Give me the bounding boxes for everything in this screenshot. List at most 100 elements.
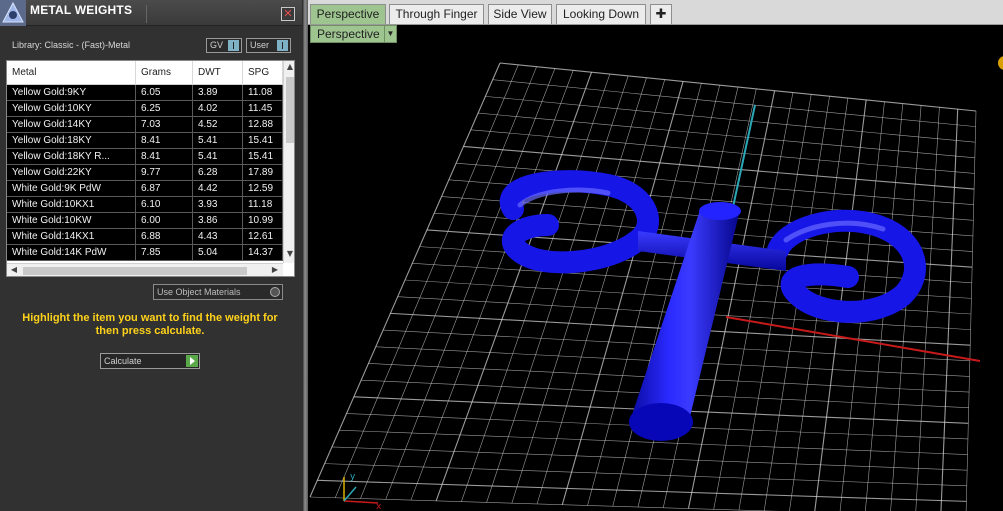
tab-perspective[interactable]: Perspective [310, 4, 386, 24]
grid-line [324, 463, 967, 487]
scroll-up-icon[interactable]: ▲ [284, 62, 294, 71]
grams-cell: 6.88 [136, 229, 193, 245]
x-axis-line [725, 316, 981, 362]
table-row[interactable]: White Gold:14K PdW 7.85 5.04 14.37 [7, 245, 283, 261]
table-row[interactable]: White Gold:10KW 6.00 3.86 10.99 [7, 213, 283, 229]
metal-cell: Yellow Gold:18KY [7, 133, 136, 149]
metal-cell: White Gold:14KX1 [7, 229, 136, 245]
viewport-tabbar: Perspective Through Finger Side View Loo… [308, 0, 1003, 25]
grid-line [940, 109, 959, 511]
metal-table: Metal Grams DWT SPG Yellow Gold:9KY 6.05 3… [6, 60, 295, 277]
instruction-text: Highlight the item you want to find the … [22, 312, 278, 337]
spg-cell: 12.88 [243, 117, 283, 133]
column-header-metal[interactable]: Metal [7, 61, 136, 85]
scroll-right-icon[interactable]: ▶ [269, 265, 281, 274]
table-row[interactable]: White Gold:10KX1 6.10 3.93 11.18 [7, 197, 283, 213]
panel-header: METAL WEIGHTS ✕ [0, 0, 302, 26]
tab-looking-down[interactable]: Looking Down [556, 4, 646, 24]
dwt-cell: 5.41 [193, 133, 243, 149]
3d-viewport[interactable]: y x [308, 25, 1003, 511]
user-toggle[interactable]: User [246, 38, 291, 53]
table-row[interactable]: White Gold:14KX1 6.88 4.43 12.61 [7, 229, 283, 245]
table-row[interactable]: Yellow Gold:10KY 6.25 4.02 11.45 [7, 101, 283, 117]
radio-icon[interactable] [270, 287, 280, 297]
axis-gizmo-icon: y x [343, 472, 382, 511]
dwt-cell: 3.93 [193, 197, 243, 213]
3d-scene[interactable]: y x [308, 25, 1003, 511]
horizontal-scrollbar[interactable]: ◀ ▶ [7, 263, 283, 276]
ring-model [499, 170, 926, 441]
vertical-scroll-thumb[interactable] [286, 77, 294, 143]
metal-cell: Yellow Gold:9KY [7, 85, 136, 101]
column-header-grams[interactable]: Grams [136, 61, 193, 85]
table-row[interactable]: Yellow Gold:14KY 7.03 4.52 12.88 [7, 117, 283, 133]
tab-through-finger[interactable]: Through Finger [389, 4, 484, 24]
grams-cell: 6.10 [136, 197, 193, 213]
metal-cell: White Gold:14K PdW [7, 245, 136, 261]
add-tab-icon[interactable]: ✚ [650, 4, 672, 24]
toggle-knob-icon [277, 40, 288, 51]
spg-cell: 14.37 [243, 245, 283, 261]
dwt-cell: 3.86 [193, 213, 243, 229]
spg-cell: 10.99 [243, 213, 283, 229]
scroll-left-icon[interactable]: ◀ [8, 265, 20, 274]
axis-label-y: y [350, 472, 356, 482]
play-arrow-icon [186, 355, 198, 367]
grams-cell: 7.03 [136, 117, 193, 133]
close-icon[interactable]: ✕ [281, 7, 295, 21]
grams-cell: 9.77 [136, 165, 193, 181]
table-row[interactable]: White Gold:9K PdW 6.87 4.42 12.59 [7, 181, 283, 197]
grid-line [309, 496, 780, 511]
grams-cell: 8.41 [136, 133, 193, 149]
calculate-button[interactable]: Calculate [100, 353, 200, 369]
panel-grip [146, 5, 147, 23]
grams-cell: 6.05 [136, 85, 193, 101]
dwt-cell: 4.52 [193, 117, 243, 133]
grid-line [915, 107, 940, 511]
view-mode-label: Perspective [317, 27, 380, 41]
dwt-cell: 3.89 [193, 85, 243, 101]
tab-side-view[interactable]: Side View [488, 4, 552, 24]
spg-cell: 11.08 [243, 85, 283, 101]
dwt-cell: 5.41 [193, 149, 243, 165]
metal-cell: Yellow Gold:14KY [7, 117, 136, 133]
metal-cell: White Gold:9K PdW [7, 181, 136, 197]
table-row[interactable]: Yellow Gold:22KY 9.77 6.28 17.89 [7, 165, 283, 181]
dwt-cell: 5.04 [193, 245, 243, 261]
spg-cell: 12.59 [243, 181, 283, 197]
metal-cell: White Gold:10KX1 [7, 197, 136, 213]
post-bottom-cap [629, 403, 693, 441]
scroll-down-icon[interactable]: ▼ [284, 249, 294, 258]
column-header-dwt[interactable]: DWT [193, 61, 243, 85]
grid-line [965, 110, 977, 511]
user-toggle-label: User [250, 40, 270, 50]
gv-toggle-label: GV [210, 40, 224, 50]
grams-cell: 6.25 [136, 101, 193, 117]
grams-cell: 7.85 [136, 245, 193, 261]
axis-label-x: x [376, 502, 382, 511]
horizontal-scroll-thumb[interactable] [23, 267, 247, 275]
navigation-orb-icon[interactable] [998, 56, 1003, 70]
calculate-label: Calculate [104, 356, 142, 366]
dwt-cell: 4.43 [193, 229, 243, 245]
column-header-spg[interactable]: SPG [243, 61, 283, 85]
chevron-down-icon: ▼ [384, 26, 396, 42]
table-body: Yellow Gold:9KY 6.05 3.89 11.08 Yellow Gold… [7, 85, 283, 263]
vertical-scrollbar[interactable]: ▲ ▼ [283, 61, 294, 263]
metal-cell: Yellow Gold:10KY [7, 101, 136, 117]
app-window: METAL WEIGHTS ✕ Library: Classic - (Fast… [0, 0, 1003, 511]
spg-cell: 15.41 [243, 133, 283, 149]
table-row[interactable]: Yellow Gold:18KY 8.41 5.41 15.41 [7, 133, 283, 149]
grid-line [713, 92, 794, 510]
grams-cell: 8.41 [136, 149, 193, 165]
table-row[interactable]: Yellow Gold:9KY 6.05 3.89 11.08 [7, 85, 283, 101]
gv-toggle[interactable]: GV [206, 38, 242, 53]
post-top-cap [699, 202, 741, 220]
grid-line [331, 446, 968, 471]
view-mode-dropdown[interactable]: Perspective ▼ [310, 25, 397, 43]
dwt-cell: 4.42 [193, 181, 243, 197]
use-object-materials-option[interactable]: Use Object Materials [153, 284, 283, 300]
metal-weights-icon [0, 0, 26, 26]
table-row[interactable]: Yellow Gold:18KY R... 8.41 5.41 15.41 [7, 149, 283, 165]
panel-title: METAL WEIGHTS [30, 3, 133, 17]
